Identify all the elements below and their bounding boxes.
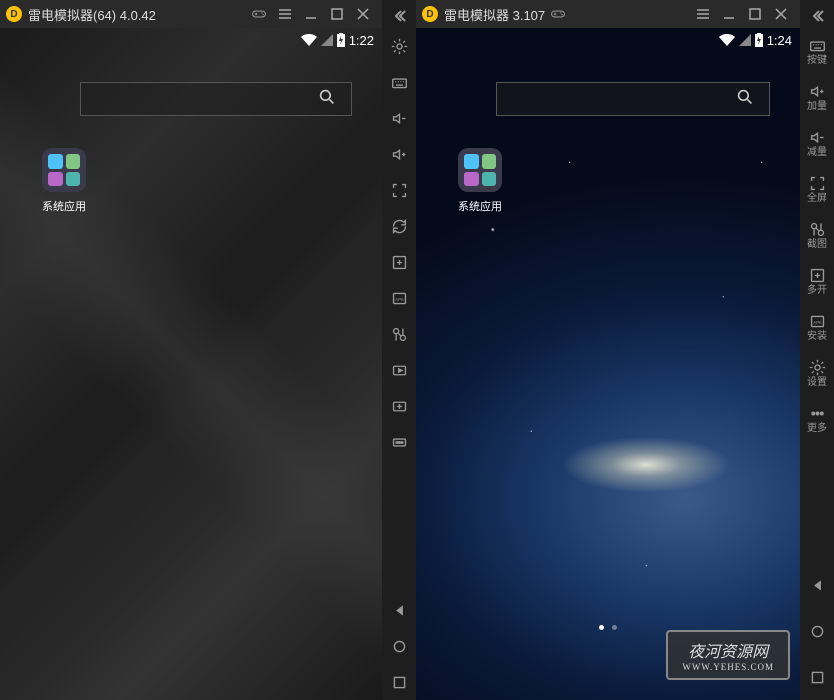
titlebar-right: D 雷电模拟器 3.107: [416, 0, 800, 28]
signal-icon: [321, 34, 333, 46]
collapse-button[interactable]: [382, 4, 416, 28]
home-button[interactable]: [800, 608, 834, 654]
back-button[interactable]: [800, 562, 834, 608]
volume-up-button[interactable]: 加量: [800, 74, 834, 120]
emulator-left: D 雷电模拟器(64) 4.0.42 1:22 系统应用: [0, 0, 416, 700]
android-screen-right[interactable]: 1:24 系统应用 夜河资源网 WWW.YEHES.COM: [416, 28, 800, 700]
watermark-url: WWW.YEHES.COM: [682, 662, 774, 672]
search-icon: [737, 89, 753, 110]
more-button[interactable]: 更多: [800, 396, 834, 442]
rotate-button[interactable]: [382, 208, 416, 244]
logo-icon: D: [6, 6, 22, 22]
battery-icon: [337, 33, 345, 47]
record-button[interactable]: [382, 352, 416, 388]
folder-icon: [458, 148, 502, 192]
system-apps-folder[interactable]: 系统应用: [32, 148, 96, 214]
close-button[interactable]: [350, 0, 376, 28]
maximize-button[interactable]: [324, 0, 350, 28]
home-button[interactable]: [382, 628, 416, 664]
folder-label: 系统应用: [448, 198, 512, 214]
search-box[interactable]: [80, 82, 352, 116]
menu-button[interactable]: [690, 0, 716, 28]
android-screen-left[interactable]: 1:22 系统应用: [0, 28, 382, 700]
logo-icon: D: [422, 6, 438, 22]
page-dot: [612, 625, 617, 630]
back-button[interactable]: [382, 592, 416, 628]
watermark-title: 夜河资源网: [682, 638, 774, 662]
watermark: 夜河资源网 WWW.YEHES.COM: [666, 630, 790, 680]
status-bar: 1:22: [0, 28, 382, 52]
wifi-icon: [301, 34, 317, 46]
volume-up-button[interactable]: [382, 136, 416, 172]
battery-icon: [755, 33, 763, 47]
maximize-button[interactable]: [742, 0, 768, 28]
gamepad-button[interactable]: [545, 0, 571, 28]
main-area-left: D 雷电模拟器(64) 4.0.42 1:22 系统应用: [0, 0, 382, 700]
search-box[interactable]: [496, 82, 770, 116]
settings-button[interactable]: 设置: [800, 350, 834, 396]
status-bar: 1:24: [416, 28, 800, 52]
multi-instance-button[interactable]: 多开: [800, 258, 834, 304]
sidebar-left: APK: [382, 0, 416, 700]
emulator-right: D 雷电模拟器 3.107 1:24 系统应用: [416, 0, 834, 700]
more-button[interactable]: [382, 424, 416, 460]
install-apk-button[interactable]: APK安装: [800, 304, 834, 350]
signal-icon: [739, 34, 751, 46]
volume-down-button[interactable]: 减量: [800, 120, 834, 166]
volume-down-button[interactable]: [382, 100, 416, 136]
screenshot-button[interactable]: 截图: [800, 212, 834, 258]
svg-text:APK: APK: [813, 320, 822, 325]
install-apk-button[interactable]: APK: [382, 280, 416, 316]
window-title: 雷电模拟器(64) 4.0.42: [28, 5, 156, 24]
wifi-icon: [719, 34, 735, 46]
recent-button[interactable]: [800, 654, 834, 700]
sync-button[interactable]: [382, 388, 416, 424]
menu-button[interactable]: [272, 0, 298, 28]
settings-button[interactable]: [382, 28, 416, 64]
folder-icon: [42, 148, 86, 192]
collapse-button[interactable]: [800, 4, 834, 28]
svg-text:APK: APK: [395, 297, 404, 302]
page-dot-active: [599, 625, 604, 630]
folder-label: 系统应用: [32, 198, 96, 214]
status-time: 1:22: [349, 33, 374, 48]
minimize-button[interactable]: [298, 0, 324, 28]
screenshot-button[interactable]: [382, 316, 416, 352]
system-apps-folder[interactable]: 系统应用: [448, 148, 512, 214]
close-button[interactable]: [768, 0, 794, 28]
sidebar-right: 按键 加量 减量 全屏 截图 多开 APK安装 设置 更多: [800, 0, 834, 700]
gamepad-button[interactable]: [246, 0, 272, 28]
minimize-button[interactable]: [716, 0, 742, 28]
keymap-button[interactable]: 按键: [800, 28, 834, 74]
main-area-right: D 雷电模拟器 3.107 1:24 系统应用: [416, 0, 800, 700]
fullscreen-button[interactable]: 全屏: [800, 166, 834, 212]
recent-button[interactable]: [382, 664, 416, 700]
status-time: 1:24: [767, 33, 792, 48]
titlebar-left: D 雷电模拟器(64) 4.0.42: [0, 0, 382, 28]
fullscreen-button[interactable]: [382, 172, 416, 208]
keyboard-button[interactable]: [382, 64, 416, 100]
search-icon: [319, 89, 335, 110]
window-title: 雷电模拟器 3.107: [444, 5, 545, 24]
multi-instance-button[interactable]: [382, 244, 416, 280]
